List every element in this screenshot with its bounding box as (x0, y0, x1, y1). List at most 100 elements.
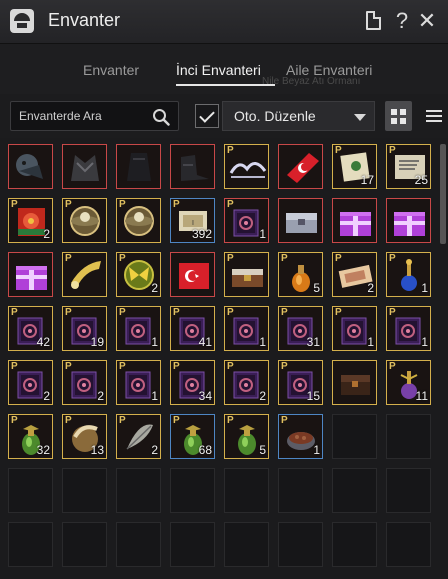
pearl-item-mark: P (173, 361, 180, 372)
item-quantity: 2 (151, 281, 158, 295)
item-slot[interactable] (170, 144, 215, 189)
empty-slot[interactable] (386, 414, 431, 459)
item-quantity: 15 (306, 389, 320, 403)
empty-slot[interactable] (170, 522, 215, 567)
item-quantity: 2 (151, 443, 158, 457)
search-box (10, 101, 179, 131)
item-slot[interactable] (332, 198, 377, 243)
item-slot[interactable] (62, 144, 107, 189)
item-slot[interactable] (170, 252, 215, 297)
item-slot[interactable]: P 11 (386, 360, 431, 405)
item-slot[interactable]: P1 (386, 252, 431, 297)
item-slot[interactable]: P5 (278, 252, 323, 297)
tab-inventory[interactable]: Envanter (83, 62, 139, 78)
item-slot[interactable]: P2 (332, 252, 377, 297)
empty-slot[interactable] (224, 468, 269, 513)
pearl-item-mark: P (173, 307, 180, 318)
item-slot[interactable]: P1 (116, 306, 161, 351)
item-slot[interactable] (8, 252, 53, 297)
item-slot[interactable] (386, 198, 431, 243)
empty-slot[interactable] (332, 522, 377, 567)
turkish-flag-paint-icon (279, 145, 324, 190)
empty-slot[interactable] (224, 522, 269, 567)
item-slot[interactable]: P (62, 198, 107, 243)
pearl-item-mark: P (335, 253, 342, 264)
item-slot[interactable]: P (224, 144, 269, 189)
empty-slot[interactable] (278, 522, 323, 567)
item-slot[interactable]: P 25 (386, 144, 431, 189)
title-bar: Envanter ? ✕ (0, 0, 448, 44)
item-slot[interactable]: P (224, 252, 269, 297)
empty-slot[interactable] (116, 468, 161, 513)
item-slot[interactable]: P 42 (8, 306, 53, 351)
item-slot[interactable]: P2 (8, 360, 53, 405)
item-quantity: 5 (259, 443, 266, 457)
item-slot[interactable]: P1 (386, 306, 431, 351)
grid-view-button[interactable] (385, 101, 412, 131)
item-slot[interactable] (278, 198, 323, 243)
empty-slot[interactable] (386, 468, 431, 513)
item-slot[interactable]: P5 (224, 414, 269, 459)
empty-slot[interactable] (170, 468, 215, 513)
item-slot[interactable]: P 17 (332, 144, 377, 189)
item-slot[interactable]: P 32 (8, 414, 53, 459)
item-slot[interactable]: P 31 (278, 306, 323, 351)
empty-slot[interactable] (278, 468, 323, 513)
empty-slot[interactable] (332, 468, 377, 513)
item-slot[interactable]: P 34 (170, 360, 215, 405)
item-slot[interactable]: P 13 (62, 414, 107, 459)
auto-sort-dropdown[interactable]: Oto. Düzenle (222, 101, 375, 131)
item-quantity: 31 (306, 335, 320, 349)
item-slot[interactable]: P (116, 198, 161, 243)
dark-chest-icon (333, 361, 378, 406)
item-slot[interactable]: P1 (332, 306, 377, 351)
item-slot[interactable]: P2 (116, 414, 161, 459)
pearl-item-mark: P (65, 199, 72, 210)
item-quantity: 34 (198, 389, 212, 403)
empty-slot[interactable] (62, 468, 107, 513)
close-icon[interactable]: ✕ (416, 8, 438, 34)
item-slot[interactable]: P 68 (170, 414, 215, 459)
pearl-item-mark: P (119, 307, 126, 318)
item-slot[interactable]: P 15 (278, 360, 323, 405)
auto-sort-checkbox[interactable] (195, 104, 219, 128)
search-input[interactable] (11, 102, 147, 130)
pearl-item-mark: P (389, 307, 396, 318)
item-quantity: 2 (43, 389, 50, 403)
item-slot[interactable]: P2 (116, 252, 161, 297)
tab-pearl-inventory[interactable]: İnci Envanteri (176, 62, 261, 78)
search-icon[interactable] (152, 108, 170, 126)
item-slot[interactable]: P (62, 252, 107, 297)
pearl-item-mark: P (281, 361, 288, 372)
inventory-toolbar: Oto. Düzenle (0, 94, 448, 138)
empty-slot[interactable] (8, 468, 53, 513)
empty-slot[interactable] (386, 522, 431, 567)
item-slot[interactable]: P1 (278, 414, 323, 459)
scrollbar[interactable] (440, 144, 446, 244)
pearl-item-mark: P (119, 199, 126, 210)
pearl-item-mark: P (227, 415, 234, 426)
item-slot[interactable] (332, 360, 377, 405)
item-slot[interactable]: P 19 (62, 306, 107, 351)
pearl-item-mark: P (65, 361, 72, 372)
empty-slot[interactable] (332, 414, 377, 459)
item-slot[interactable]: P2 (62, 360, 107, 405)
item-slot[interactable] (8, 144, 53, 189)
item-quantity: 25 (414, 173, 428, 187)
help-icon[interactable]: ? (391, 8, 413, 34)
pearl-item-mark: P (227, 307, 234, 318)
item-slot[interactable]: P1 (224, 306, 269, 351)
document-icon[interactable] (366, 11, 381, 30)
item-slot[interactable]: I P 392 (170, 198, 215, 243)
item-slot[interactable]: P2 (224, 360, 269, 405)
empty-slot[interactable] (116, 522, 161, 567)
list-view-button[interactable] (421, 101, 448, 131)
item-slot[interactable]: P1 (224, 198, 269, 243)
item-slot[interactable]: P2 (8, 198, 53, 243)
item-slot[interactable] (116, 144, 161, 189)
item-slot[interactable]: P 41 (170, 306, 215, 351)
empty-slot[interactable] (62, 522, 107, 567)
empty-slot[interactable] (8, 522, 53, 567)
item-slot[interactable]: P1 (116, 360, 161, 405)
item-slot[interactable] (278, 144, 323, 189)
